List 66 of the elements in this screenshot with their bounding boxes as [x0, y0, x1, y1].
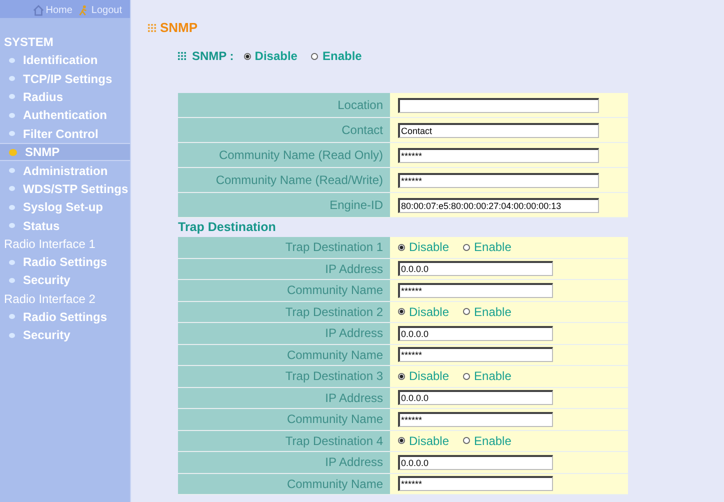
field-label: Community Name	[178, 409, 390, 430]
field-label: Community Name	[178, 474, 390, 494]
sidebar-item[interactable]: Security	[0, 326, 130, 344]
radio-option[interactable]: Disable	[398, 369, 450, 384]
radio-option[interactable]: Enable	[463, 434, 512, 448]
sidebar-item[interactable]: TCP/IP Settings	[0, 69, 130, 88]
sidebar-item[interactable]: Identification	[0, 51, 130, 70]
input-field[interactable]: ******	[398, 282, 553, 298]
field-label: Location	[178, 93, 390, 117]
sidebar-item[interactable]: Status	[0, 216, 130, 235]
field-label: Community Name	[178, 280, 390, 300]
input-field[interactable]: 0.0.0.0	[398, 390, 553, 406]
sidebar-item[interactable]: Radio Settings	[0, 252, 130, 272]
radio-option[interactable]: Disable	[398, 304, 450, 319]
section-heading: Radio Interface 2	[3, 290, 96, 308]
snmp-label: SNMP :	[192, 49, 234, 63]
sidebar-item[interactable]: Syslog Set-up	[0, 198, 130, 217]
sidebar-item[interactable]: Radio Settings	[0, 308, 130, 326]
input-field[interactable]: ******	[398, 148, 599, 162]
radio-option[interactable]: Enable	[463, 304, 512, 319]
radio-option[interactable]: Enable	[311, 49, 362, 63]
page-title: SNMP	[160, 20, 198, 35]
input-field[interactable]	[398, 98, 599, 112]
field-label: IP Address	[178, 452, 390, 472]
radio-option[interactable]: Disable	[398, 434, 450, 448]
field-label: IP Address	[178, 388, 390, 408]
input-field[interactable]: ******	[398, 476, 553, 492]
input-field[interactable]: 0.0.0.0	[398, 261, 553, 276]
sidebar-item[interactable]: Filter Control	[0, 124, 130, 143]
sidebar-item[interactable]: Administration	[0, 161, 130, 180]
field-label: Trap Destination 2	[178, 302, 390, 322]
input-field[interactable]: ******	[398, 172, 599, 188]
field-label: Trap Destination 1	[178, 237, 390, 258]
input-field[interactable]: ******	[398, 412, 553, 427]
input-field[interactable]: 80:00:07:e5:80:00:00:27:04:00:00:00:13	[398, 198, 599, 212]
sidebar-item[interactable]: SNMP	[0, 142, 130, 162]
field-label: Community Name (Read/Write)	[178, 168, 390, 192]
sidebar-item[interactable]: Authentication	[0, 106, 130, 125]
section-heading: Trap Destination	[178, 220, 277, 236]
field-label: IP Address	[178, 323, 390, 344]
field-label: Trap Destination 4	[178, 430, 390, 451]
section-heading: Radio Interface 1	[3, 236, 96, 253]
field-label: Community Name	[178, 344, 390, 365]
nav-link[interactable]: Logout	[78, 2, 122, 18]
radio-option[interactable]: Enable	[463, 369, 512, 384]
sidebar-item[interactable]: Radius	[0, 88, 130, 106]
input-field[interactable]: 0.0.0.0	[398, 454, 553, 470]
radio-option[interactable]: Disable	[398, 240, 450, 254]
field-label: Community Name (Read Only)	[178, 143, 390, 167]
input-field[interactable]: Contact	[398, 122, 599, 138]
person-icon	[78, 4, 90, 16]
field-label: Contact	[178, 118, 390, 142]
radio-option[interactable]: Disable	[244, 49, 298, 63]
house-icon	[32, 4, 44, 16]
field-label: IP Address	[178, 258, 390, 279]
grid-icon	[178, 52, 186, 60]
sidebar-item[interactable]: WDS/STP Settings	[0, 180, 130, 198]
field-label: Trap Destination 3	[178, 366, 390, 386]
sidebar-item[interactable]: Security	[0, 271, 130, 290]
field-label: Engine-ID	[178, 193, 390, 217]
radio-option[interactable]: Enable	[463, 240, 512, 254]
input-field[interactable]: 0.0.0.0	[398, 326, 553, 341]
grid-icon	[148, 24, 156, 32]
input-field[interactable]: ******	[398, 347, 553, 362]
section-heading: SYSTEM	[3, 34, 54, 51]
nav-link[interactable]: Home	[32, 2, 72, 18]
